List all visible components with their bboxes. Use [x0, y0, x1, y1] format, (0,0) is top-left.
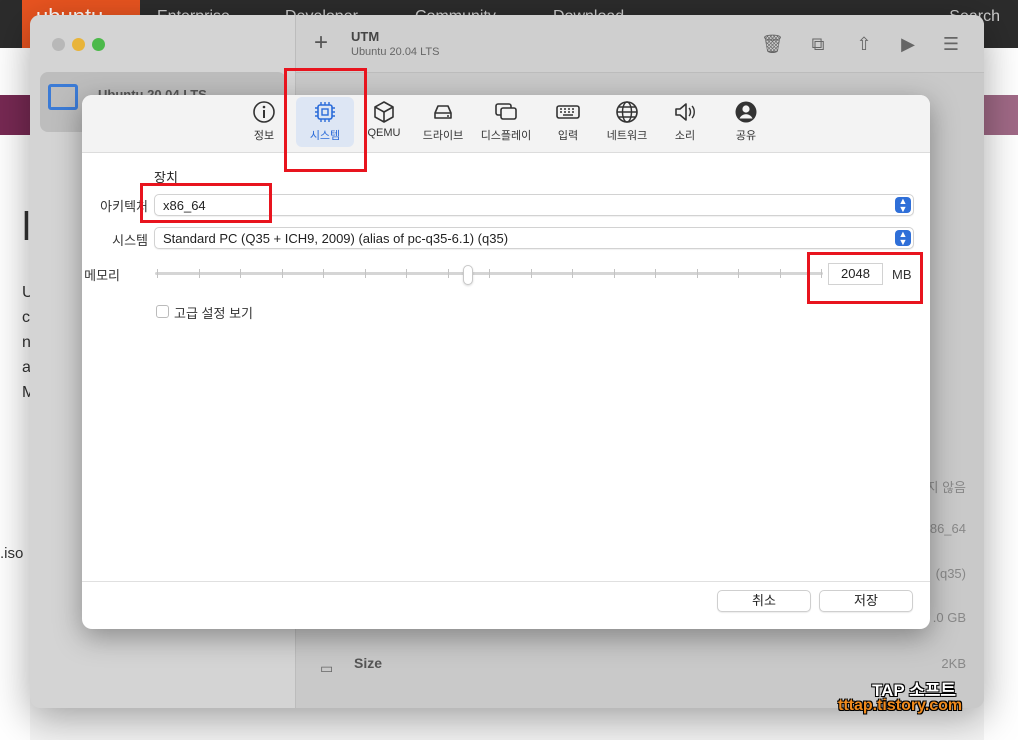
settings-sliders-icon[interactable]: ☰	[940, 33, 962, 55]
detail-value: .0 GB	[932, 610, 966, 625]
tab-display-label: 디스플레이	[480, 130, 532, 142]
tab-network[interactable]: 네트워크	[602, 97, 652, 147]
advanced-settings-label[interactable]: 고급 설정 보기	[174, 303, 253, 322]
utm-toolbar: + UTM Ubuntu 20.04 LTS 🗑 ⧉ ⇧ ▶ ☰	[296, 15, 984, 73]
speaker-icon	[675, 103, 695, 121]
slider-tick	[530, 269, 532, 278]
memory-label: 메모리	[84, 268, 120, 283]
watermark-url: tttap.tistory.com	[838, 697, 963, 714]
background-hero-band	[0, 95, 30, 135]
save-button[interactable]: 저장	[819, 590, 913, 612]
cancel-button[interactable]: 취소	[717, 590, 811, 612]
tab-info-label: 정보	[253, 130, 275, 142]
highlight-architecture	[140, 183, 272, 223]
slider-tick	[281, 269, 283, 278]
slider-tick	[613, 269, 615, 278]
slider-tick	[406, 269, 407, 278]
tab-qemu-label: QEMU	[367, 127, 401, 139]
tab-display[interactable]: 디스플레이	[476, 97, 536, 147]
tab-info[interactable]: 정보	[242, 97, 286, 147]
settings-tab-bar: 정보 시스템 QEMU 드라이브 디스플레이 입력 네트워크 소리 공유	[82, 95, 930, 153]
advanced-settings-checkbox[interactable]	[156, 305, 169, 318]
background-page-right	[984, 48, 1018, 740]
add-vm-button[interactable]: +	[314, 29, 328, 57]
background-iso-text: .iso	[0, 545, 24, 562]
detail-value: 2KB	[941, 656, 966, 671]
minimize-window-button[interactable]	[72, 38, 85, 51]
display-icon	[495, 103, 517, 120]
tab-drives[interactable]: 드라이브	[418, 97, 468, 147]
info-icon	[253, 101, 275, 123]
cube-icon	[374, 101, 394, 123]
tab-sharing-label: 공유	[735, 130, 757, 142]
slider-tick	[157, 269, 158, 278]
highlight-memory	[807, 252, 923, 304]
slider-tick	[779, 269, 781, 278]
detail-value: 86_64	[929, 521, 966, 536]
tab-qemu[interactable]: QEMU	[362, 97, 406, 147]
person-icon	[735, 101, 757, 123]
system-label: 시스템	[112, 233, 148, 248]
system-value: Standard PC (Q35 + ICH9, 2009) (alias of…	[163, 231, 509, 246]
slider-tick	[323, 269, 324, 278]
clone-icon[interactable]: ⧉	[807, 33, 829, 55]
slider-tick	[572, 269, 573, 278]
system-select[interactable]: Standard PC (Q35 + ICH9, 2009) (alias of…	[154, 227, 914, 249]
drive-icon	[434, 105, 452, 119]
highlight-system-tab	[284, 68, 367, 172]
globe-icon	[616, 101, 638, 123]
slider-tick	[696, 269, 698, 278]
slider-tick	[489, 269, 490, 278]
keyboard-icon	[556, 105, 580, 119]
architecture-label: 아키텍처	[100, 199, 148, 214]
tab-input[interactable]: 입력	[548, 97, 588, 147]
vm-settings-dialog: 정보 시스템 QEMU 드라이브 디스플레이 입력 네트워크 소리 공유 장치 …	[82, 95, 930, 629]
vm-subtitle: Ubuntu 20.04 LTS	[351, 46, 440, 58]
close-window-button[interactable]	[52, 38, 65, 51]
slider-tick	[738, 269, 739, 278]
slider-tick	[240, 269, 241, 278]
zoom-window-button[interactable]	[92, 38, 105, 51]
tab-sharing[interactable]: 공유	[728, 97, 764, 147]
slider-tick	[447, 269, 449, 278]
background-right-band	[984, 95, 1018, 135]
slider-tick	[198, 269, 200, 278]
chevron-updown-icon: ▲ ▼	[895, 230, 911, 247]
trash-icon[interactable]: 🗑	[761, 33, 784, 55]
monitor-icon	[48, 84, 78, 110]
tab-sound-label: 소리	[674, 130, 696, 142]
chevron-updown-icon: ▲ ▼	[895, 197, 911, 214]
detail-value: (q35)	[935, 566, 966, 581]
memory-slider-thumb[interactable]	[463, 265, 473, 285]
tab-sound[interactable]: 소리	[667, 97, 703, 147]
background-text: c	[22, 309, 30, 326]
dialog-footer-divider	[82, 581, 930, 582]
slider-tick	[364, 269, 366, 278]
drive-icon: ▭	[320, 660, 334, 676]
detail-value: 지 않음	[926, 480, 967, 495]
size-label: Size	[354, 655, 383, 671]
tab-network-label: 네트워크	[606, 130, 648, 142]
slider-tick	[655, 269, 656, 278]
tab-input-label: 입력	[557, 130, 579, 142]
app-title: UTM	[351, 29, 380, 44]
tab-drives-label: 드라이브	[422, 130, 464, 142]
play-icon[interactable]: ▶	[897, 33, 919, 55]
share-icon[interactable]: ⇧	[853, 33, 875, 55]
